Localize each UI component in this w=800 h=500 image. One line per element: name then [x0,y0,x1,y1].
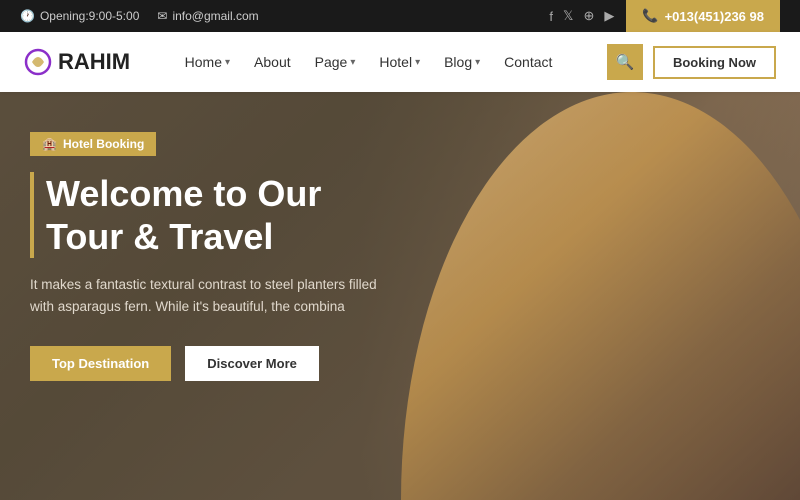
hero-content: 🏨 Hotel Booking Welcome to Our Tour & Tr… [30,132,390,381]
top-bar: 🕐 Opening:9:00-5:00 ✉ info@gmail.com f 𝕏… [0,0,800,32]
navbar: RAHIM Home ▾ About Page ▾ Hotel ▾ [0,32,800,92]
clock-icon: 🕐 [20,9,35,23]
youtube-icon[interactable]: ▶ [604,8,614,24]
mail-icon: ✉ [157,9,167,23]
logo-icon [24,48,52,76]
hero-section: 🏨 Hotel Booking Welcome to Our Tour & Tr… [0,92,800,500]
nav-actions: 🔍 Booking Now [607,44,776,80]
hero-title: Welcome to Our Tour & Travel [30,172,390,258]
discover-more-button[interactable]: Discover More [185,346,319,381]
top-bar-info: 🕐 Opening:9:00-5:00 ✉ info@gmail.com [20,9,259,23]
top-bar-right: f 𝕏 ⊕ ▶ 📞 +013(451)236 98 [549,0,780,32]
nav-blog[interactable]: Blog ▾ [434,48,490,76]
hotel-chevron-icon: ▾ [415,57,420,68]
facebook-icon[interactable]: f [549,9,553,24]
page-chevron-icon: ▾ [350,57,355,68]
nav-home[interactable]: Home ▾ [175,48,240,76]
social-icons: f 𝕏 ⊕ ▶ [549,8,614,24]
search-button[interactable]: 🔍 [607,44,643,80]
nav-contact[interactable]: Contact [494,48,562,76]
booking-now-button[interactable]: Booking Now [653,46,776,79]
phone-badge[interactable]: 📞 +013(451)236 98 [626,0,780,32]
twitter-icon[interactable]: 𝕏 [563,8,573,24]
nav-page[interactable]: Page ▾ [305,48,366,76]
email-info: ✉ info@gmail.com [157,9,258,23]
opening-hours: 🕐 Opening:9:00-5:00 [20,9,139,23]
phone-icon: 📞 [642,8,658,24]
nav-links: Home ▾ About Page ▾ Hotel ▾ Blog ▾ [175,48,563,76]
nav-about[interactable]: About [244,48,301,76]
hero-buttons: Top Destination Discover More [30,346,390,381]
hotel-badge-icon: 🏨 [42,137,57,151]
hero-description: It makes a fantastic textural contrast t… [30,274,390,317]
top-destination-button[interactable]: Top Destination [30,346,171,381]
home-chevron-icon: ▾ [225,57,230,68]
hotel-badge: 🏨 Hotel Booking [30,132,156,156]
instagram-icon[interactable]: ⊕ [584,8,595,24]
nav-hotel[interactable]: Hotel ▾ [369,48,430,76]
logo[interactable]: RAHIM [24,48,130,76]
blog-chevron-icon: ▾ [475,57,480,68]
search-icon: 🔍 [616,53,635,71]
